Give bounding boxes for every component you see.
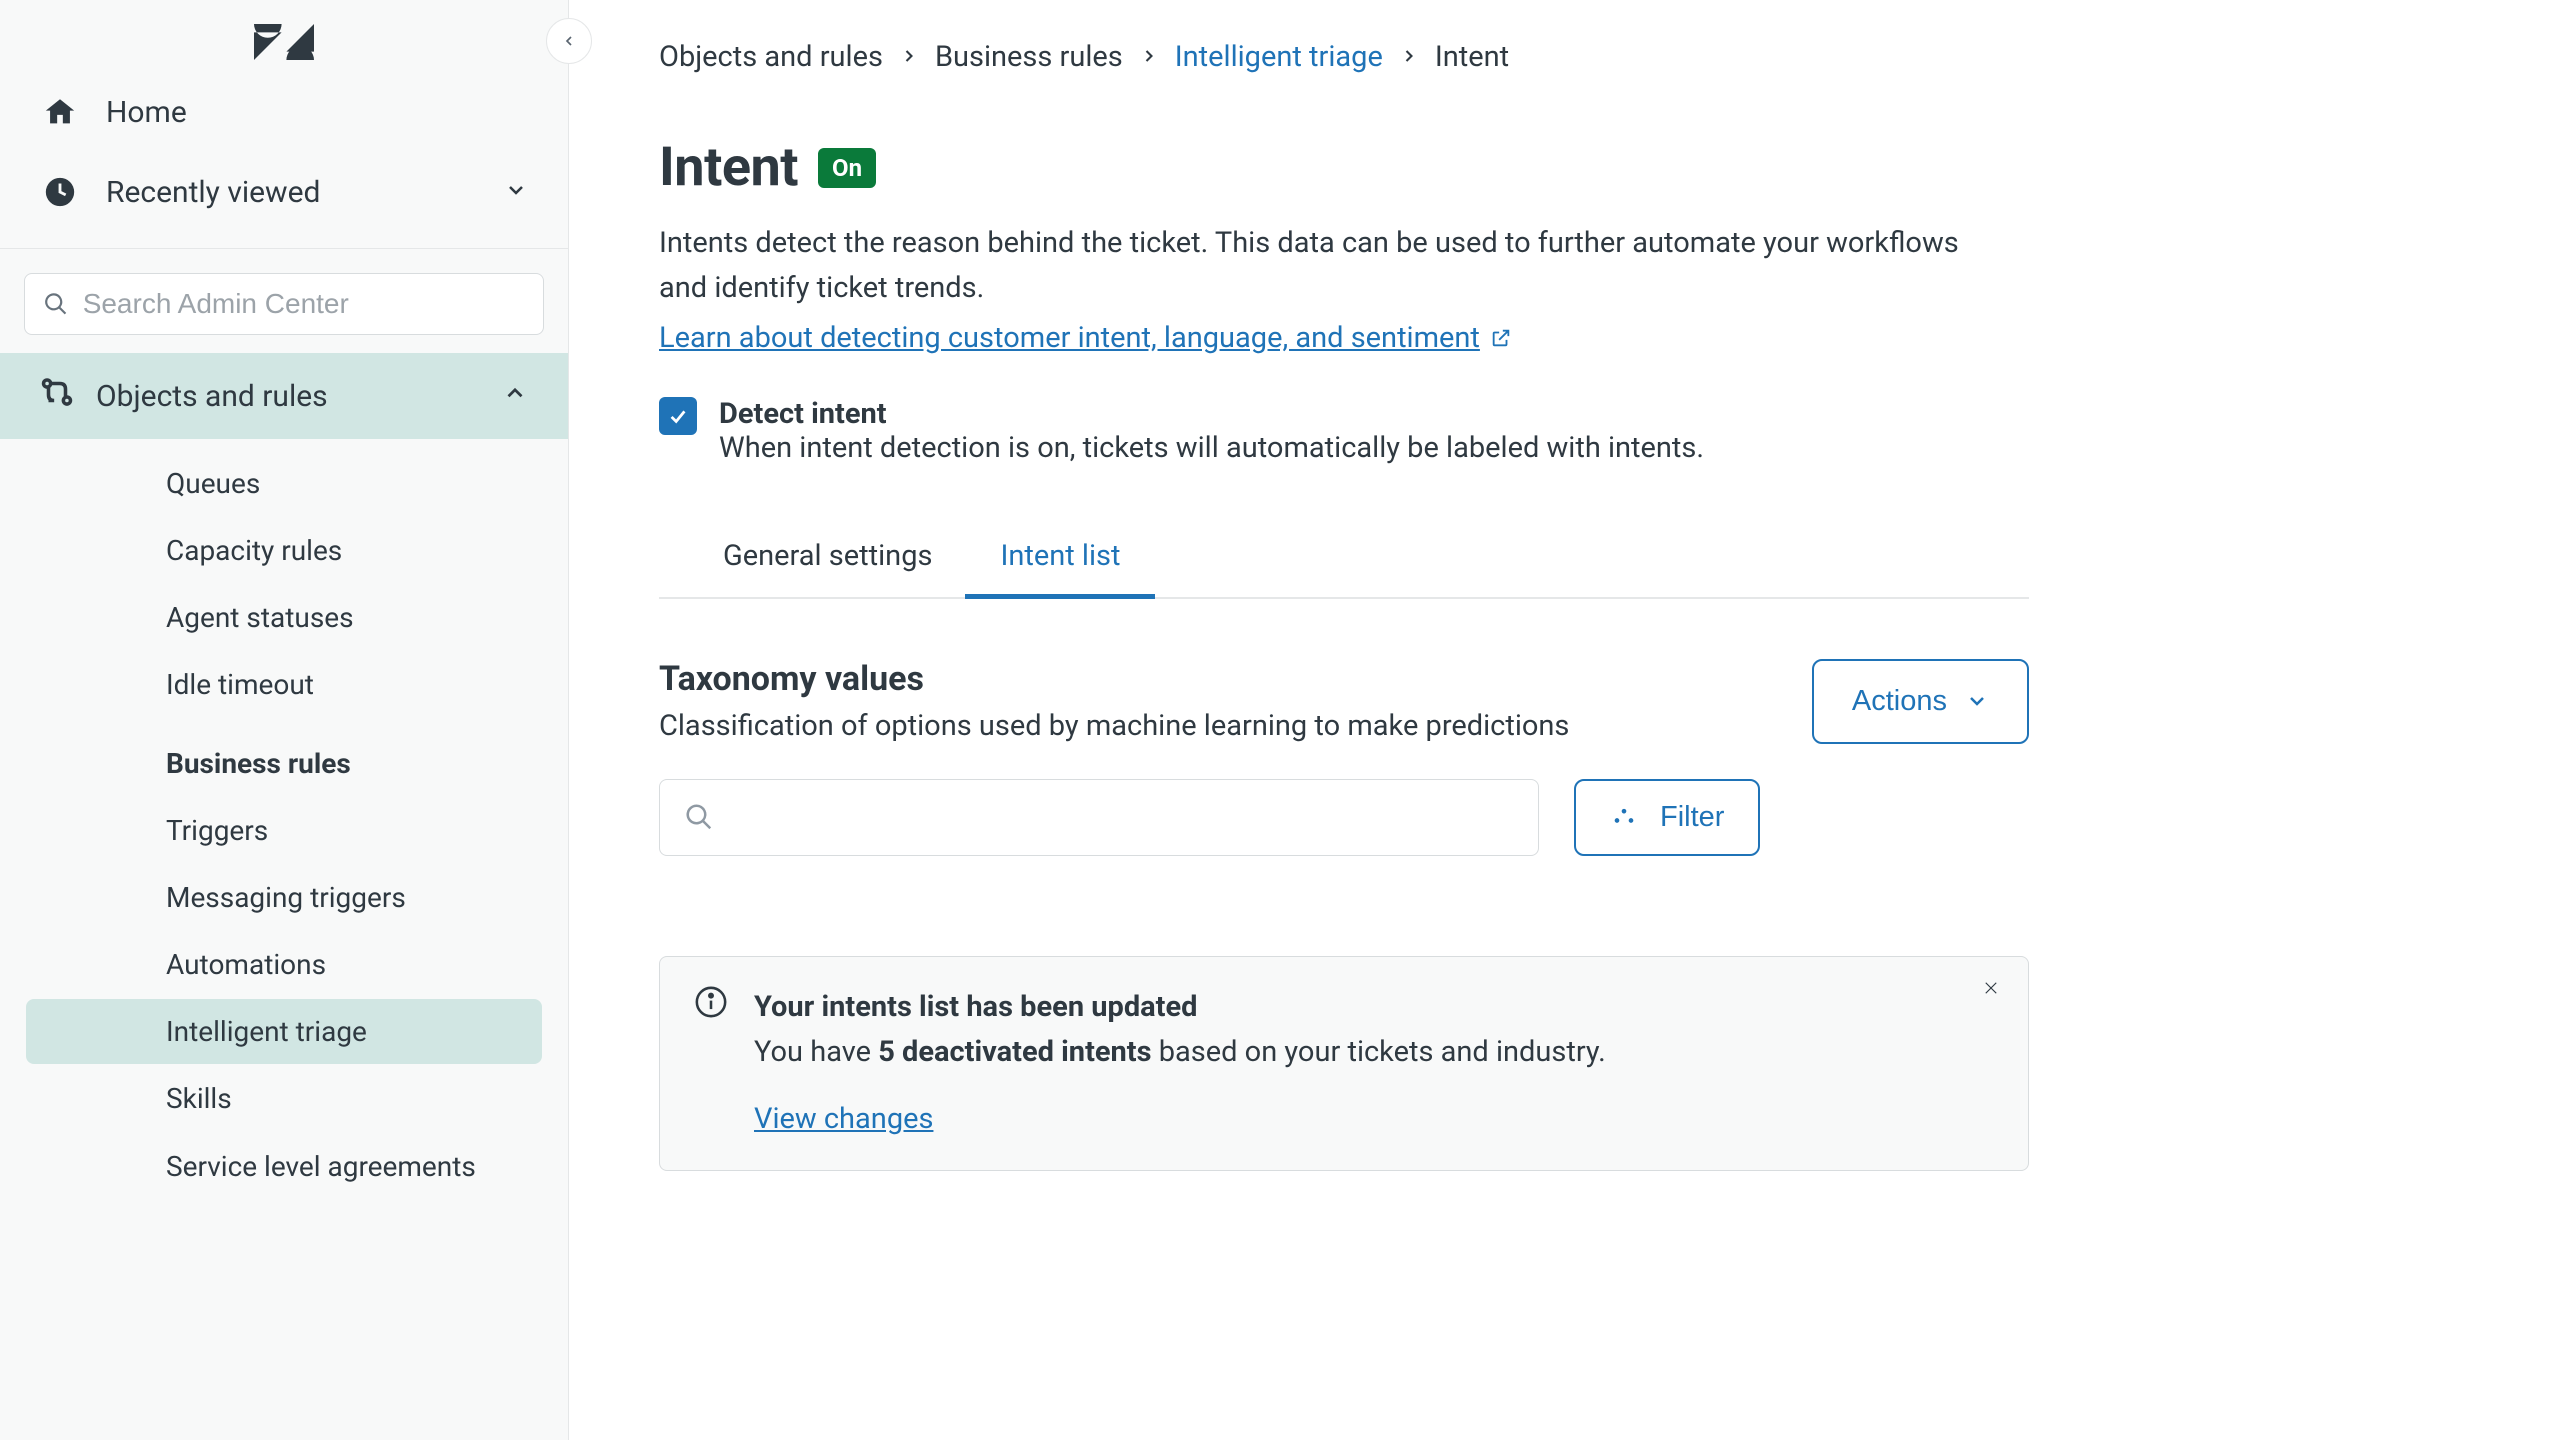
crumb-intelligent-triage[interactable]: Intelligent triage [1175, 40, 1383, 74]
home-icon [40, 92, 80, 132]
sidebar-item-queues[interactable]: Queues [26, 451, 542, 516]
sidebar-item-automations[interactable]: Automations [26, 932, 542, 997]
chevron-up-icon [502, 379, 528, 414]
sidebar-item-intelligent-triage[interactable]: Intelligent triage [26, 999, 542, 1064]
update-notice: Your intents list has been updated You h… [659, 956, 2029, 1171]
search-input[interactable] [83, 288, 525, 320]
clock-icon [40, 172, 80, 212]
sidebar: Home Recently viewed [0, 0, 569, 1440]
status-badge: On [818, 148, 876, 188]
page-description: Intents detect the reason behind the tic… [659, 221, 1989, 311]
nav-home-label: Home [106, 95, 187, 130]
notice-pre: You have [754, 1035, 878, 1069]
notice-title: Your intents list has been updated [754, 985, 1606, 1030]
main-panel: Objects and rules Business rules Intelli… [569, 0, 2561, 1440]
crumb-business-rules[interactable]: Business rules [935, 40, 1123, 74]
sidebar-item-idle-timeout[interactable]: Idle timeout [26, 652, 542, 717]
sidebar-item-agent-statuses[interactable]: Agent statuses [26, 585, 542, 650]
sidebar-tree: Objects and rules Queues Capacity rules … [0, 353, 568, 1440]
notice-post: based on your tickets and industry. [1152, 1035, 1606, 1069]
sidebar-item-messaging-triggers[interactable]: Messaging triggers [26, 865, 542, 930]
chevron-left-icon [561, 33, 577, 49]
breadcrumb: Objects and rules Business rules Intelli… [659, 40, 1509, 74]
tabs: General settings Intent list [659, 521, 2029, 599]
chevron-right-icon [899, 40, 919, 74]
filter-button[interactable]: Filter [1574, 779, 1760, 856]
sliders-icon [1610, 803, 1638, 831]
external-link-icon [1490, 327, 1512, 349]
crumb-intent: Intent [1435, 40, 1509, 74]
chevron-down-icon [504, 175, 528, 210]
learn-more-link-text: Learn about detecting customer intent, l… [659, 321, 1480, 355]
notice-body: You have 5 deactivated intents based on … [754, 1030, 1606, 1075]
page-title: Intent [659, 136, 798, 199]
search-box[interactable] [24, 273, 544, 335]
collapse-sidebar-button[interactable] [546, 18, 592, 64]
view-changes-link[interactable]: View changes [754, 1097, 933, 1142]
crumb-objects-and-rules[interactable]: Objects and rules [659, 40, 883, 74]
taxonomy-subtitle: Classification of options used by machin… [659, 709, 1569, 743]
nav-recently-viewed[interactable]: Recently viewed [0, 152, 568, 232]
sidebar-section-objects-and-rules[interactable]: Objects and rules [0, 353, 568, 439]
check-icon [667, 405, 689, 427]
zendesk-logo-icon [253, 24, 315, 60]
filter-button-label: Filter [1660, 801, 1724, 834]
sidebar-item-skills[interactable]: Skills [26, 1066, 542, 1131]
sidebar-section-label: Objects and rules [96, 379, 328, 414]
taxonomy-title: Taxonomy values [659, 659, 1569, 699]
detect-intent-subtitle: When intent detection is on, tickets wil… [719, 431, 1704, 465]
brand-logo [0, 0, 568, 72]
chevron-right-icon [1139, 40, 1159, 74]
tab-general-settings[interactable]: General settings [723, 521, 932, 597]
info-icon [694, 985, 728, 1019]
chevron-down-icon [1965, 689, 1989, 713]
sidebar-item-triggers[interactable]: Triggers [26, 798, 542, 863]
taxonomy-search[interactable] [659, 779, 1539, 856]
search-icon [43, 290, 69, 318]
taxonomy-search-input[interactable] [732, 801, 1514, 833]
search-icon [684, 802, 714, 832]
detect-intent-title: Detect intent [719, 397, 1704, 431]
detect-intent-label: Detect intent When intent detection is o… [719, 397, 1704, 465]
close-icon [1982, 979, 2000, 997]
learn-more-link[interactable]: Learn about detecting customer intent, l… [659, 321, 1512, 355]
routing-icon [40, 375, 74, 417]
actions-button[interactable]: Actions [1812, 659, 2029, 744]
sidebar-item-capacity-rules[interactable]: Capacity rules [26, 518, 542, 583]
actions-button-label: Actions [1852, 685, 1947, 718]
sidebar-item-service-level-agreements[interactable]: Service level agreements [26, 1133, 542, 1201]
chevron-right-icon [1399, 40, 1419, 74]
sidebar-group-business-rules: Business rules [26, 719, 542, 796]
tab-intent-list[interactable]: Intent list [1000, 521, 1120, 597]
close-notice-button[interactable] [1982, 979, 2006, 1003]
detect-intent-checkbox[interactable] [659, 397, 697, 435]
notice-bold: 5 deactivated intents [878, 1035, 1151, 1069]
nav-home[interactable]: Home [0, 72, 568, 152]
nav-recently-viewed-label: Recently viewed [106, 175, 320, 210]
